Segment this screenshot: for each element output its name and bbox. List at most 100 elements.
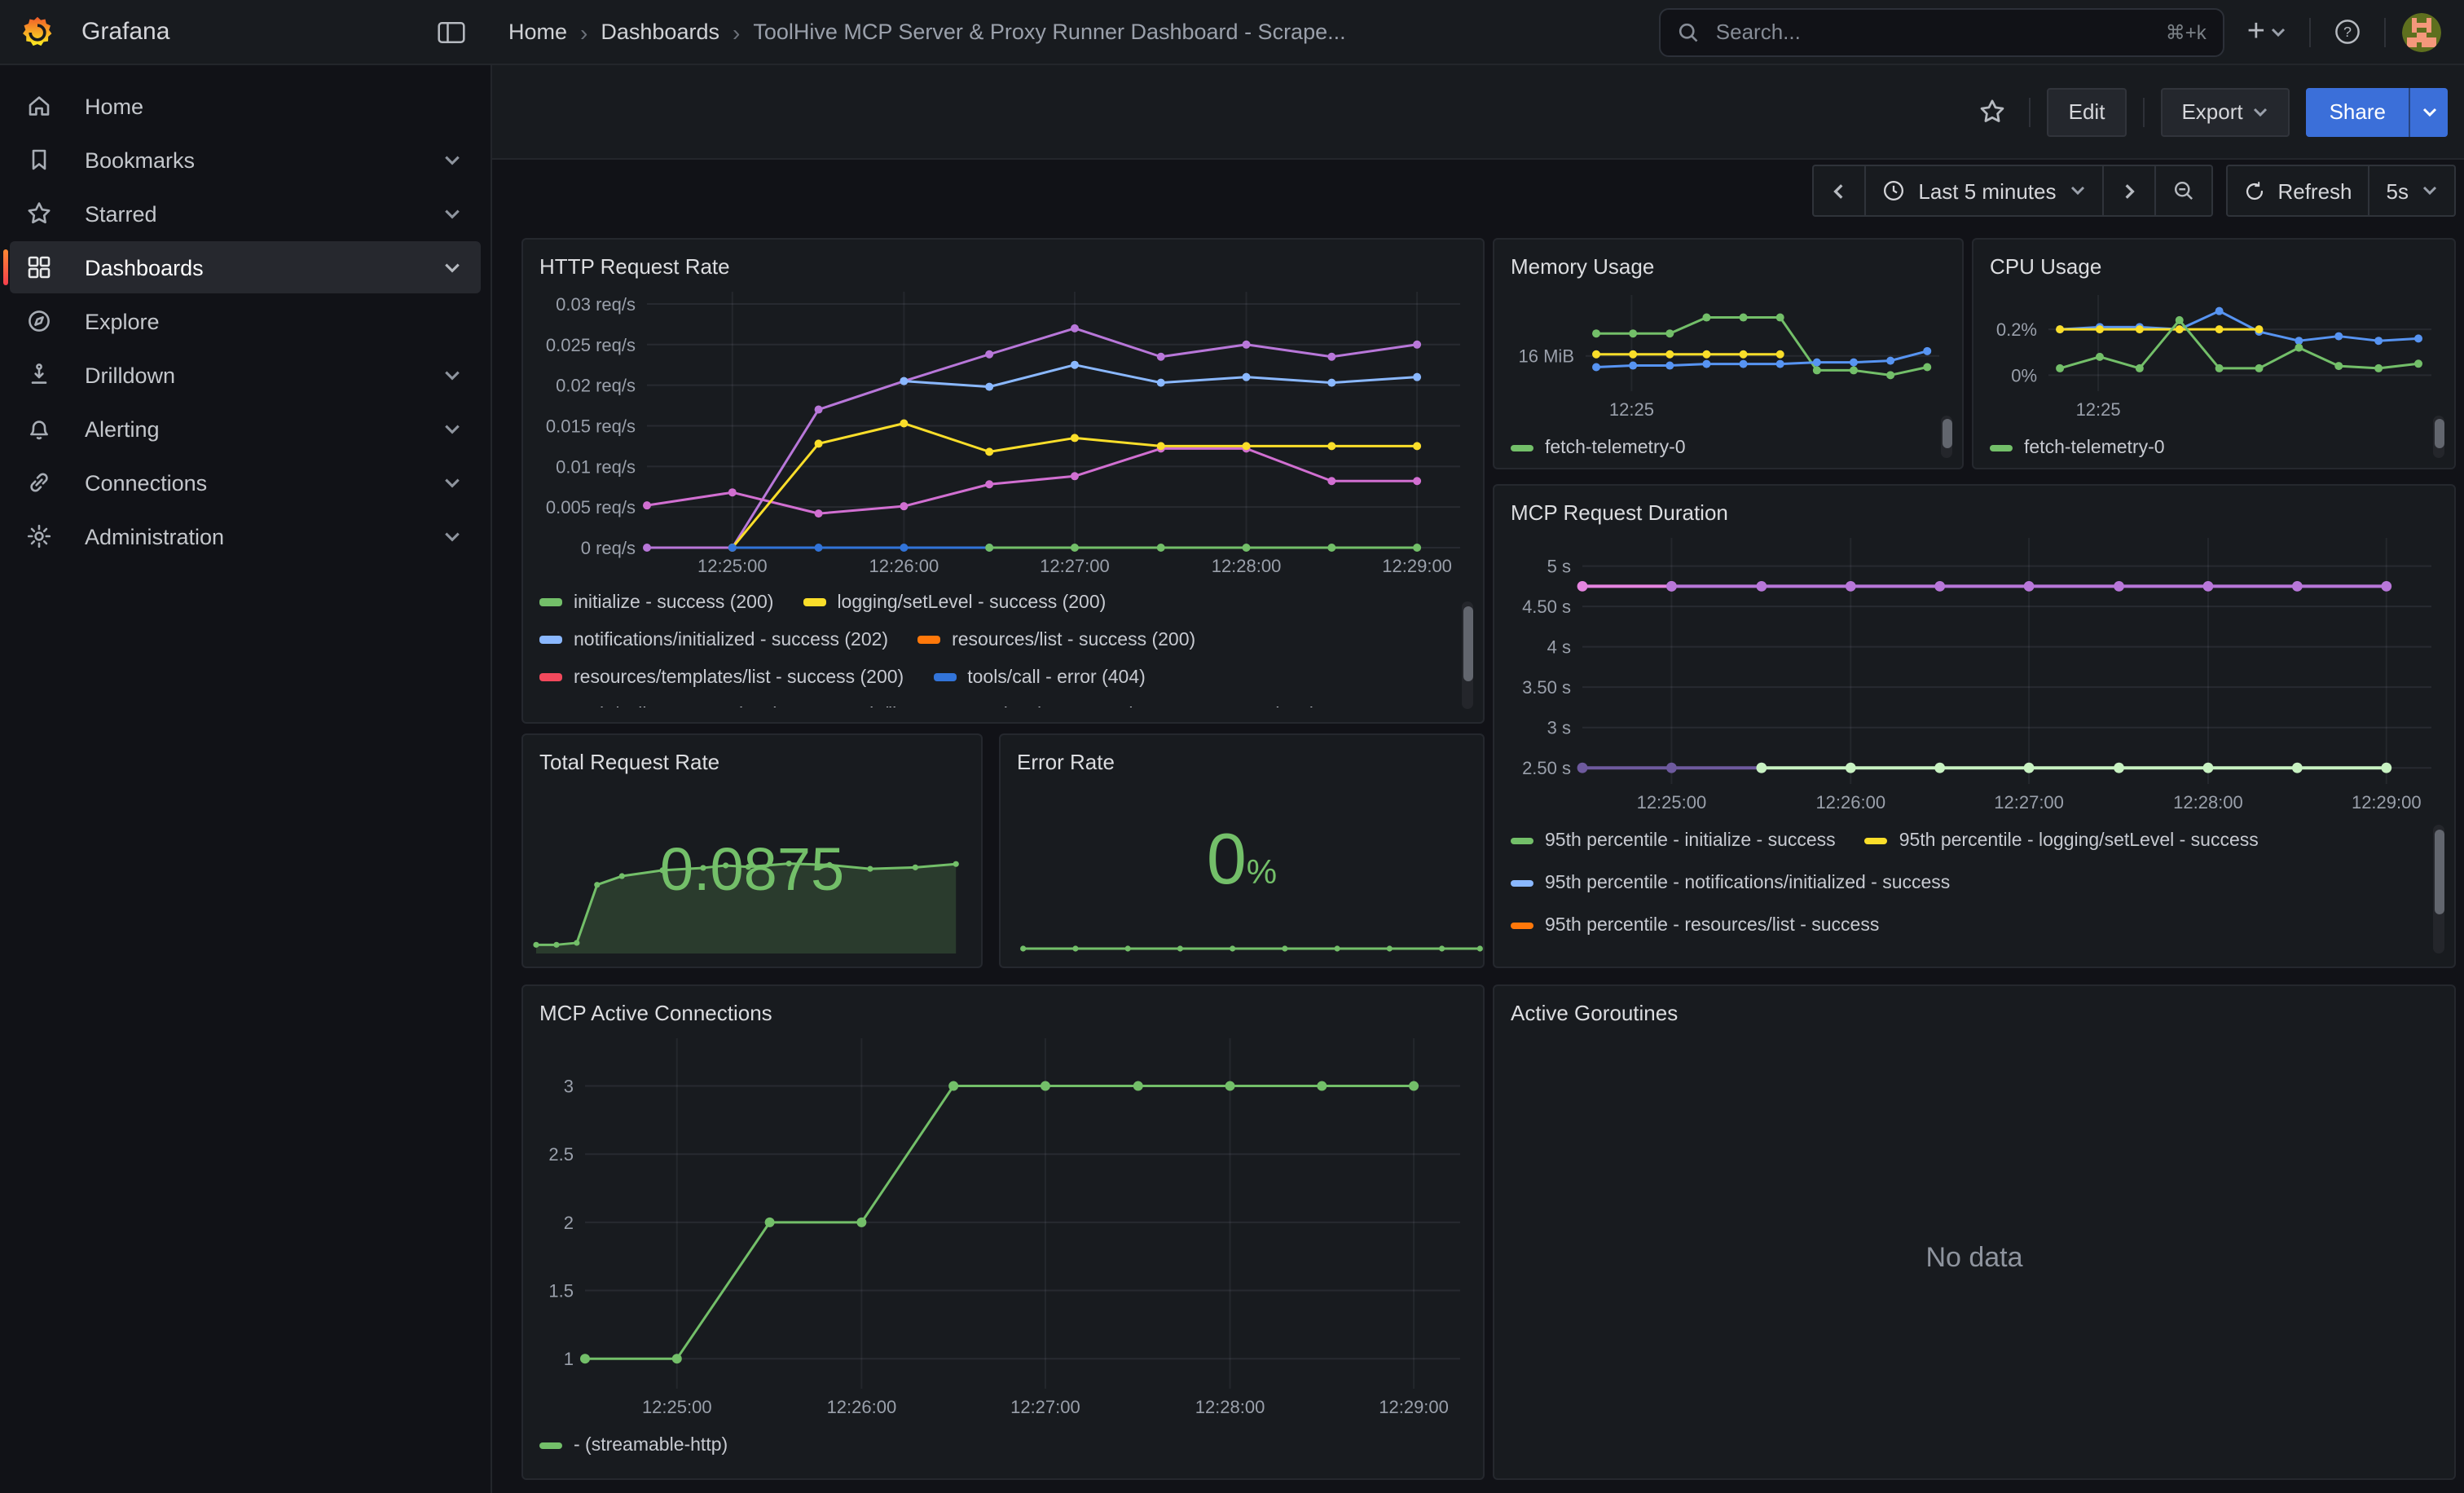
legend-item[interactable]: 95th percentile - initialize - success [1511,831,1836,851]
legend-label: unknown - success (200) [1108,705,1317,707]
chevron-down-icon[interactable] [443,151,461,169]
grafana-logo[interactable] [20,14,55,50]
dashboards-grid-icon [26,254,52,280]
time-shift-forward-button[interactable] [2101,166,2154,215]
legend-swatch [1990,445,2013,452]
legend-item[interactable]: 95th percentile - notifications/initiali… [1511,874,1950,893]
svg-text:12:26:00: 12:26:00 [827,1397,897,1417]
sidebar-item-dashboards[interactable]: Dashboards [10,241,481,293]
edit-button[interactable]: Edit [2048,87,2127,136]
legend-scrollbar[interactable] [1941,416,1952,458]
chevron-down-icon[interactable] [443,205,461,222]
sidebar-item-label: Dashboards [85,255,411,280]
legend-item[interactable]: unknown - success (200) [1074,705,1317,707]
zoom-out-button[interactable] [2154,166,2211,215]
legend-item[interactable]: logging/setLevel - success (200) [803,592,1106,612]
legend-label: fetch-telemetry-0 [2024,438,2165,458]
legend: fetch-telemetry-0 [1511,430,1946,469]
panel-mcp-request-duration[interactable]: MCP Request Duration 12:25:0012:26:0012:… [1493,484,2456,968]
refresh-button[interactable]: Refresh [2227,166,2368,215]
svg-text:0%: 0% [2011,365,2037,385]
breadcrumb-dashboards[interactable]: Dashboards [601,20,719,44]
favorite-star-icon[interactable] [1973,91,2013,132]
help-icon[interactable]: ? [2327,11,2368,52]
share-button-group: Share [2307,87,2448,136]
sidebar-item-connections[interactable]: Connections [10,456,481,509]
svg-text:3: 3 [564,1077,574,1097]
refresh-interval-picker[interactable]: 5s [2369,166,2454,215]
legend-item[interactable]: 95th percentile - logging/setLevel - suc… [1865,831,2259,851]
panel-http-request-rate[interactable]: HTTP Request Rate 12:25:0012:26:0012:27:… [521,238,1485,724]
panel-title: HTTP Request Rate [539,251,1467,284]
legend-label: 95th percentile - initialize - success [1545,831,1836,851]
breadcrumb-home[interactable]: Home [508,20,567,44]
chevron-down-icon[interactable] [443,420,461,438]
chevron-down-icon[interactable] [443,258,461,276]
legend-item[interactable]: resources/templates/list - success (200) [539,667,904,687]
svg-text:?: ? [2343,24,2352,40]
star-icon [26,200,52,227]
sidebar-toggle-icon[interactable] [430,12,473,51]
chevron-down-icon[interactable] [443,527,461,545]
home-icon [26,93,52,119]
svg-text:12:25:00: 12:25:00 [697,556,768,576]
share-dropdown-button[interactable] [2409,87,2448,136]
svg-text:1.5: 1.5 [548,1281,574,1301]
legend-item[interactable]: tools/call - error (404) [933,667,1146,687]
legend-item[interactable]: resources/list - success (200) [917,630,1195,650]
legend: initialize - success (200) logging/setLev… [539,584,1467,707]
panel-total-request-rate[interactable]: Total Request Rate 0.0875 [521,733,983,968]
svg-text:12:29:00: 12:29:00 [1382,556,1452,576]
chevron-down-icon[interactable] [443,366,461,384]
svg-text:12:25:00: 12:25:00 [1637,792,1707,813]
legend-item[interactable]: 95th percentile - resources/list - succe… [1511,916,1879,936]
sidebar-item-home[interactable]: Home [10,80,481,132]
svg-text:12:25: 12:25 [2076,399,2121,420]
time-shift-back-button[interactable] [1814,166,1864,215]
legend-item[interactable]: fetch-telemetry-0 [1990,438,2165,458]
mcp-request-duration-chart: 12:25:0012:26:0012:27:0012:28:0012:29:00… [1511,530,2438,817]
legend-item[interactable]: - (streamable-http) [539,1436,728,1456]
sidebar-item-label: Administration [85,524,411,548]
svg-text:0.03 req/s: 0.03 req/s [556,294,636,315]
chevron-down-icon [2421,103,2437,120]
sidebar-item-administration[interactable]: Administration [10,510,481,562]
svg-text:0.02 req/s: 0.02 req/s [556,376,636,396]
divider [2384,17,2386,46]
legend-scrollbar[interactable] [2433,416,2444,458]
legend-item[interactable]: notifications/initialized - success (202… [539,630,888,650]
sidebar-item-starred[interactable]: Starred [10,187,481,240]
sidebar-item-bookmarks[interactable]: Bookmarks [10,134,481,186]
sidebar-item-drilldown[interactable]: Drilldown [10,349,481,401]
legend-item[interactable]: tools/call - success (200) [539,705,780,707]
legend-label: resources/templates/list - success (200) [574,667,904,687]
add-button[interactable]: + [2241,14,2293,50]
legend-scrollbar[interactable] [2433,825,2444,953]
panel-cpu-usage[interactable]: CPU Usage 12:250.2%0% fetch-telemetry-0 [1972,238,2456,469]
export-button[interactable]: Export [2160,87,2290,136]
panel-memory-usage[interactable]: Memory Usage 12:2516 MiB fetch-telemetry… [1493,238,1964,469]
breadcrumb-separator: › [733,19,740,45]
time-range-picker[interactable]: Last 5 minutes [1864,166,2101,215]
panel-mcp-active-connections[interactable]: MCP Active Connections 12:25:0012:26:001… [521,984,1485,1480]
legend-item[interactable]: fetch-telemetry-0 [1511,438,1686,458]
search-box[interactable]: ⌘+k [1659,7,2224,56]
brand-name: Grafana [81,18,417,46]
sidebar-item-explore[interactable]: Explore [10,295,481,347]
legend-scrollbar[interactable] [1462,601,1473,709]
clock-icon [1882,179,1905,202]
share-button[interactable]: Share [2307,87,2409,136]
svg-text:1: 1 [564,1349,574,1369]
legend-item[interactable]: initialize - success (200) [539,592,773,612]
http-request-rate-chart: 12:25:0012:26:0012:27:0012:28:0012:29:00… [539,284,1467,580]
legend-item[interactable]: tools/list - success (200) [809,705,1045,707]
grafana-app: Grafana Home › Dashboards › ToolHive MCP… [0,0,2464,1493]
svg-text:4.50 s: 4.50 s [1522,597,1571,617]
sidebar-item-alerting[interactable]: Alerting [10,403,481,455]
search-input[interactable] [1713,18,2153,46]
panel-error-rate[interactable]: Error Rate 0% [999,733,1485,968]
panel-active-goroutines[interactable]: Active Goroutines No data [1493,984,2456,1480]
svg-text:12:29:00: 12:29:00 [1379,1397,1449,1417]
avatar[interactable] [2402,12,2441,51]
chevron-down-icon[interactable] [443,473,461,491]
